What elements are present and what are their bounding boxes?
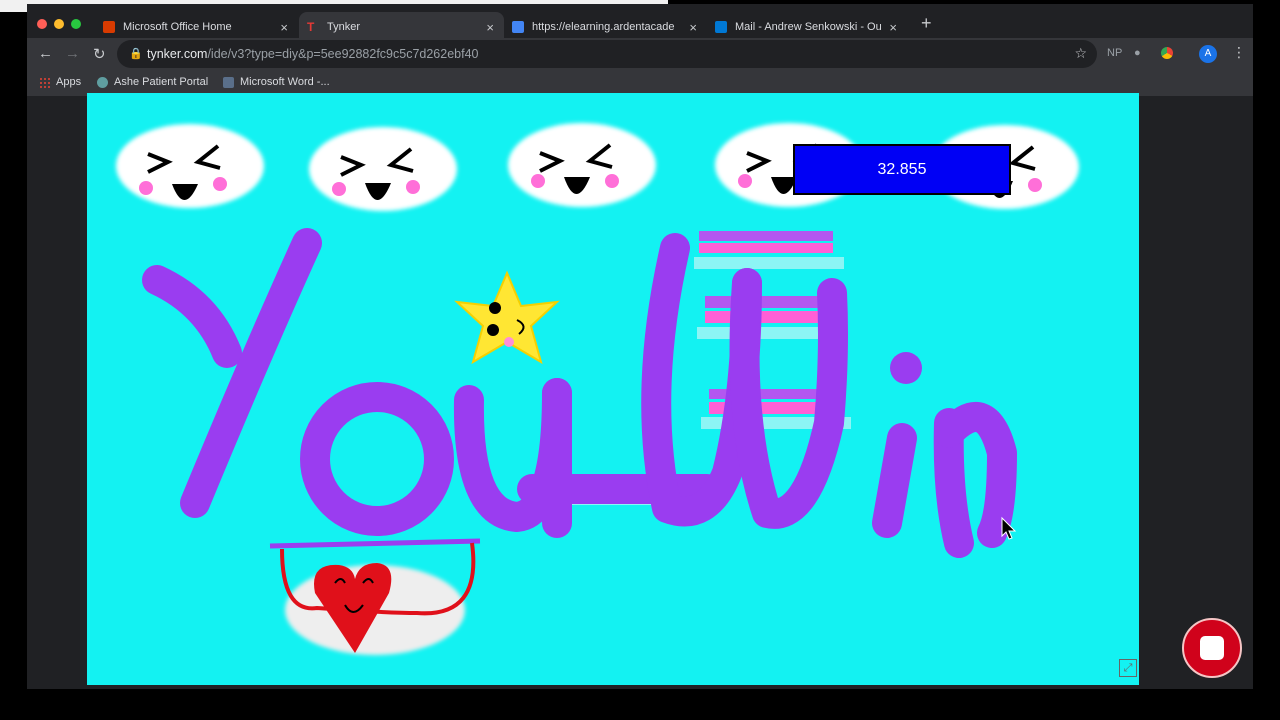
cloud-sprite [508,123,656,207]
office-icon [103,21,115,33]
toolbar: ← → ↻ 🔒 tynker.com/ide/v3?type=diy&p=5ee… [27,38,1253,70]
tab-title: Mail - Andrew Senkowski - Ou [735,21,882,33]
close-window-button[interactable] [37,19,47,29]
tab-title: https://elearning.ardentacade [532,21,675,33]
screen: Microsoft Office Home × T Tynker × https… [0,0,1280,720]
url-text[interactable]: tynker.com/ide/v3?type=diy&p=5ee92882fc9… [147,47,479,61]
tab-strip: Microsoft Office Home × T Tynker × https… [27,4,1253,42]
minimize-window-button[interactable] [54,19,64,29]
maximize-window-button[interactable] [71,19,81,29]
cloud-sprite [116,124,264,208]
star-sprite [454,270,560,365]
i-dot [890,352,922,384]
outlook-icon [715,21,727,33]
tab-title: Microsoft Office Home [123,21,232,33]
globe-icon [97,76,108,88]
apps-grid-icon [39,76,50,88]
bookmark-label: Apps [56,76,82,88]
more-menu-icon[interactable]: ⋮ [1232,44,1246,61]
bookmark-word[interactable]: Microsoft Word -... [223,76,330,88]
fullscreen-icon[interactable]: ⤢ [1119,659,1137,677]
tab-title: Tynker [327,21,361,33]
tab-close-icon[interactable]: × [889,20,897,35]
bookmark-star-icon[interactable]: ☆ [1074,45,1087,62]
heart-cloud-sprite [269,538,481,655]
tab-close-icon[interactable]: × [689,20,697,35]
back-icon[interactable]: ← [38,45,53,62]
bookmark-label: Ashe Patient Portal [114,76,209,88]
score-display: 32.855 [793,144,1011,195]
puzzle-extension-icon[interactable]: ● [1134,47,1141,59]
you-win-text [142,228,1017,558]
profile-avatar[interactable]: A [1199,45,1217,63]
forward-icon[interactable]: → [65,45,80,62]
bookmark-apps[interactable]: Apps [39,76,81,88]
chrome-extension-icon[interactable] [1161,47,1173,59]
cloud-sprite [309,127,457,211]
url-path: /ide/v3?type=diy&p=5ee92882fc9c5c7d262eb… [207,47,479,61]
url-host: tynker.com [147,47,208,61]
lock-icon: 🔒 [129,48,143,60]
bookmark-label: Microsoft Word -... [240,76,330,88]
bookmark-ashe-portal[interactable]: Ashe Patient Portal [97,76,208,88]
address-bar[interactable]: 🔒 tynker.com/ide/v3?type=diy&p=5ee92882f… [117,40,1097,68]
tab-close-icon[interactable]: × [486,20,494,35]
np-extension-icon[interactable]: NP [1107,47,1122,59]
elearning-icon [512,21,524,33]
reload-icon[interactable]: ↻ [93,45,106,63]
word-icon [223,76,234,88]
new-tab-button[interactable]: + [921,13,932,34]
stop-icon [1200,636,1224,660]
tab-close-icon[interactable]: × [280,20,288,35]
tynker-icon: T [307,20,315,34]
stop-recording-button[interactable] [1182,618,1242,678]
